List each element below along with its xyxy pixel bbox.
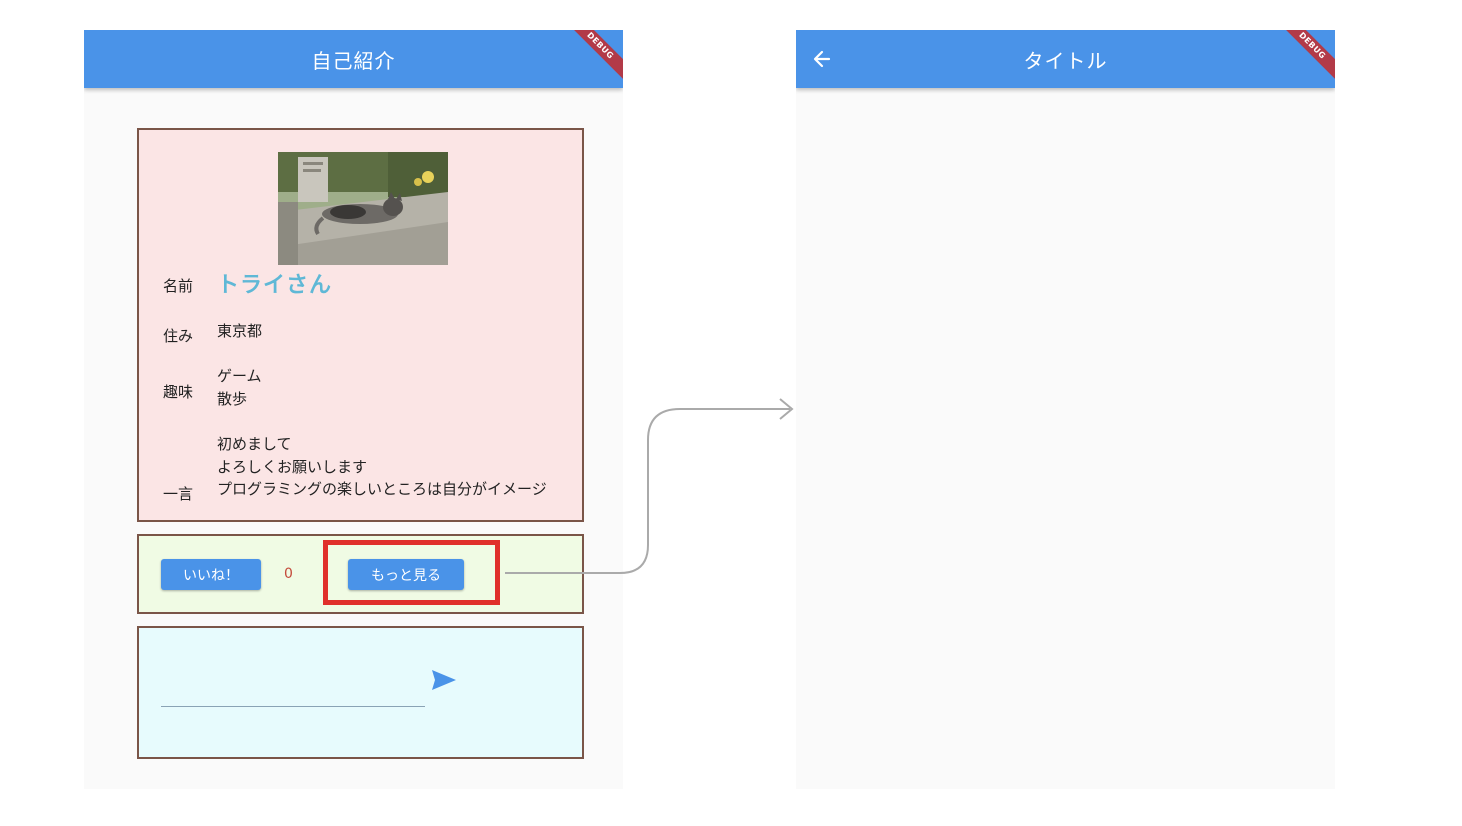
comment-label: 一言 (163, 485, 194, 503)
app-bar-title: 自己紹介 (311, 48, 396, 73)
arrow-back-icon[interactable] (806, 43, 838, 75)
comment-line: プログラミングの楽しいところは自分がイメージ (217, 480, 547, 498)
send-icon[interactable] (429, 665, 459, 695)
profile-screen: 自己紹介 DEBUG 名前 トライさん 住み 東京都 趣味 ゲーム 散歩 一言 … (84, 30, 623, 789)
name-value: トライさん (217, 273, 333, 298)
highlight-box (323, 540, 500, 605)
title-screen: タイトル DEBUG (796, 30, 1335, 789)
cat-photo (278, 152, 448, 265)
residence-label: 住み (163, 327, 194, 345)
app-bar: タイトル (796, 30, 1335, 88)
input-card (137, 626, 584, 759)
hobby-list: ゲーム 散歩 (217, 365, 262, 410)
app-bar: 自己紹介 (84, 30, 623, 88)
comment-line: 初めまして (217, 435, 292, 453)
like-button[interactable]: いいね！ (161, 559, 261, 590)
profile-card: 名前 トライさん 住み 東京都 趣味 ゲーム 散歩 一言 初めまして よろしくお… (137, 128, 584, 522)
comment-text: 初めまして よろしくお願いします プログラミングの楽しいところは自分がイメージ (217, 433, 547, 501)
like-count: 0 (284, 566, 293, 582)
message-input[interactable] (161, 670, 425, 707)
hobby-label: 趣味 (163, 383, 194, 401)
hobby-item: ゲーム (217, 367, 262, 385)
hobby-item: 散歩 (217, 389, 248, 408)
name-label: 名前 (163, 277, 194, 295)
comment-line: よろしくお願いします (217, 457, 368, 476)
residence-value: 東京都 (217, 322, 263, 340)
app-bar-title: タイトル (1023, 48, 1108, 73)
